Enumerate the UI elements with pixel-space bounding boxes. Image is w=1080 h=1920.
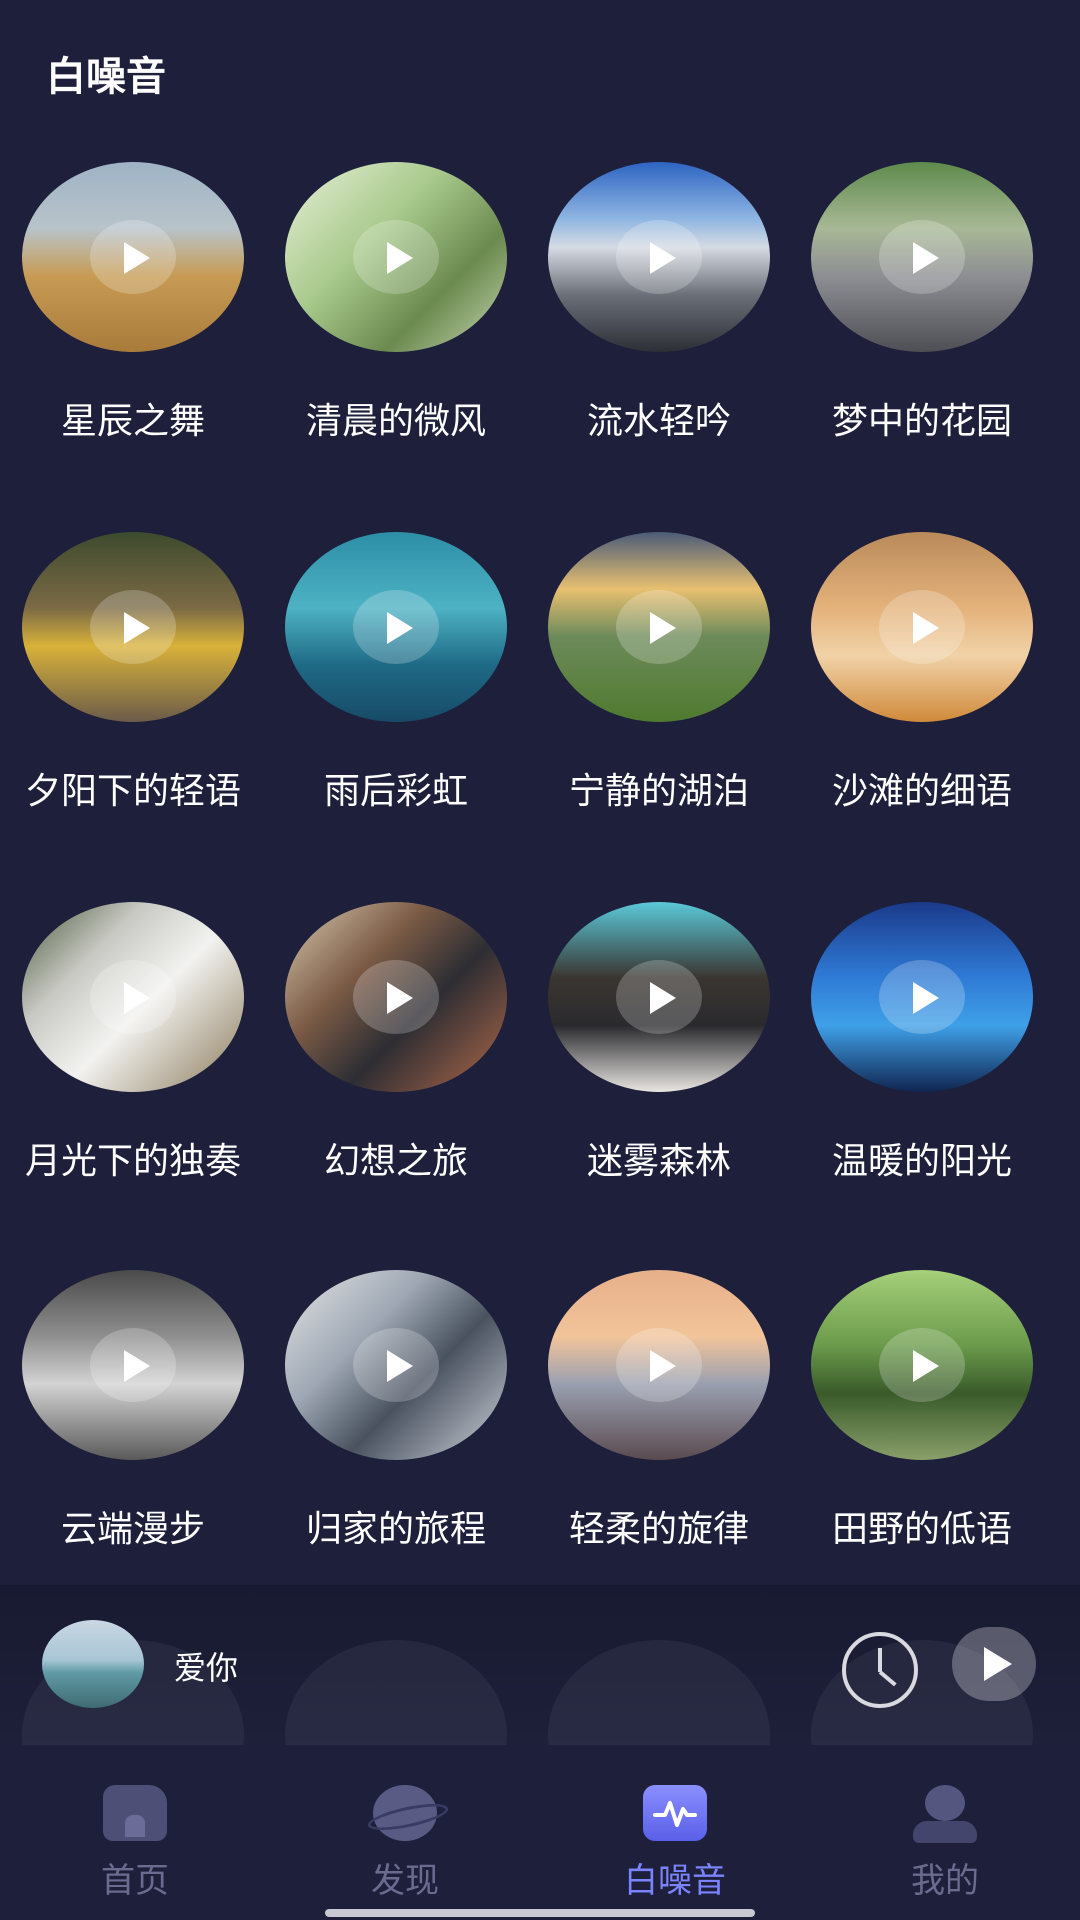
sound-thumbnail[interactable] [285, 902, 507, 1092]
tab-label: 白噪音 [624, 1861, 726, 1901]
play-icon[interactable] [90, 590, 176, 664]
sound-card[interactable]: 流水轻吟 [526, 162, 788, 492]
play-icon[interactable] [616, 1328, 702, 1402]
sound-card[interactable]: 星辰之舞 [0, 162, 262, 492]
play-icon[interactable] [353, 590, 439, 664]
sound-title: 夕阳下的轻语 [24, 771, 241, 812]
home-icon [103, 1785, 167, 1841]
home-indicator [325, 1909, 755, 1917]
sound-thumbnail[interactable] [285, 1270, 507, 1460]
sound-title: 田野的低语 [831, 1509, 1012, 1550]
sound-card[interactable]: 梦中的花园 [789, 162, 1051, 492]
user-icon [913, 1785, 977, 1843]
sound-thumbnail[interactable] [22, 162, 244, 352]
sound-title: 清晨的微风 [305, 401, 486, 442]
play-icon[interactable] [90, 1328, 176, 1402]
waveform-icon [643, 1785, 707, 1841]
tab-label: 首页 [101, 1861, 169, 1901]
tab-label: 我的 [911, 1861, 979, 1901]
sound-card[interactable]: 迷雾森林 [526, 902, 788, 1232]
play-icon[interactable] [90, 220, 176, 294]
sound-card[interactable]: 宁静的湖泊 [526, 532, 788, 862]
sound-thumbnail[interactable] [285, 162, 507, 352]
sound-title: 宁静的湖泊 [568, 771, 749, 812]
play-icon[interactable] [353, 220, 439, 294]
play-icon [984, 1647, 1012, 1681]
tab-mine[interactable]: 我的 [810, 1745, 1080, 1920]
sound-title: 星辰之舞 [60, 401, 205, 442]
sound-title: 轻柔的旋律 [568, 1509, 749, 1550]
timer-icon[interactable] [842, 1632, 918, 1708]
sound-thumbnail[interactable] [811, 162, 1033, 352]
play-icon[interactable] [616, 220, 702, 294]
sound-card[interactable]: 沙滩的细语 [789, 532, 1051, 862]
sound-card[interactable]: 月光下的独奏 [0, 902, 262, 1232]
bottom-tab-bar: 首页 发现 白噪音 我的 [0, 1745, 1080, 1920]
play-icon[interactable] [353, 960, 439, 1034]
play-icon[interactable] [879, 590, 965, 664]
sound-thumbnail[interactable] [548, 1270, 770, 1460]
sound-title: 沙滩的细语 [831, 771, 1012, 812]
sound-thumbnail[interactable] [548, 162, 770, 352]
play-icon[interactable] [879, 1328, 965, 1402]
sound-grid: 星辰之舞 清晨的微风 流水轻吟 梦中的花园 夕阳下的轻语 雨后彩虹 宁静的湖泊 … [0, 0, 1080, 1585]
sound-card[interactable]: 夕阳下的轻语 [0, 532, 262, 862]
sound-card[interactable]: 轻柔的旋律 [526, 1270, 788, 1585]
sound-title: 归家的旅程 [305, 1509, 486, 1550]
sound-card[interactable]: 归家的旅程 [263, 1270, 525, 1585]
sound-thumbnail[interactable] [22, 1270, 244, 1460]
sound-thumbnail[interactable] [548, 902, 770, 1092]
sound-card[interactable]: 清晨的微风 [263, 162, 525, 492]
sound-title: 幻想之旅 [323, 1141, 468, 1182]
tab-label: 发现 [371, 1861, 439, 1901]
sound-title: 迷雾森林 [586, 1141, 731, 1182]
sound-thumbnail[interactable] [22, 902, 244, 1092]
play-icon[interactable] [90, 960, 176, 1034]
sound-thumbnail[interactable] [548, 532, 770, 722]
sound-thumbnail[interactable] [811, 902, 1033, 1092]
play-icon[interactable] [879, 960, 965, 1034]
sound-card[interactable]: 云端漫步 [0, 1270, 262, 1585]
play-icon[interactable] [879, 220, 965, 294]
sound-title: 流水轻吟 [586, 401, 731, 442]
tab-discover[interactable]: 发现 [270, 1745, 540, 1920]
sound-card[interactable]: 雨后彩虹 [263, 532, 525, 862]
play-button[interactable] [952, 1627, 1036, 1701]
sound-title: 雨后彩虹 [323, 771, 468, 812]
sound-thumbnail[interactable] [22, 532, 244, 722]
now-playing-thumbnail[interactable] [42, 1620, 144, 1708]
sound-thumbnail[interactable] [811, 1270, 1033, 1460]
planet-icon [373, 1785, 437, 1841]
sound-card[interactable]: 田野的低语 [789, 1270, 1051, 1585]
sound-thumbnail[interactable] [285, 532, 507, 722]
now-playing-bar[interactable]: 爱你 [0, 1585, 1080, 1830]
sound-card[interactable]: 幻想之旅 [263, 902, 525, 1232]
now-playing-title: 爱你 [174, 1649, 239, 1687]
sound-title: 云端漫步 [60, 1509, 205, 1550]
play-icon[interactable] [616, 960, 702, 1034]
sound-thumbnail[interactable] [811, 532, 1033, 722]
play-icon[interactable] [616, 590, 702, 664]
sound-card[interactable]: 温暖的阳光 [789, 902, 1051, 1232]
tab-white-noise[interactable]: 白噪音 [540, 1745, 810, 1920]
tab-home[interactable]: 首页 [0, 1745, 270, 1920]
sound-title: 梦中的花园 [831, 401, 1012, 442]
sound-title: 月光下的独奏 [24, 1141, 241, 1182]
sound-title: 温暖的阳光 [831, 1141, 1012, 1182]
play-icon[interactable] [353, 1328, 439, 1402]
